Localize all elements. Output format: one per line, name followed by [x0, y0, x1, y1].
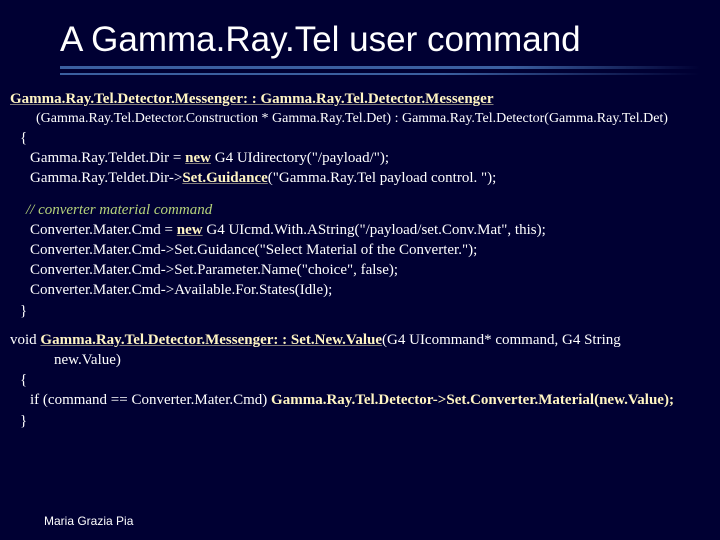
conv-line-4: Converter.Mater.Cmd->Available.For.State…	[10, 281, 710, 300]
line-dir-guidance: Gamma.Ray.Teldet.Dir->Set.Guidance("Gamm…	[10, 169, 710, 188]
fn2-continuation: new.Value)	[10, 351, 710, 370]
dir2-pre: Gamma.Ray.Teldet.Dir->	[30, 170, 182, 186]
fn-setnewvalue-decl: void Gamma.Ray.Tel.Detector.Messenger: :…	[10, 331, 710, 350]
conv1-pre: Converter.Mater.Cmd =	[30, 222, 177, 238]
footer-author: Maria Grazia Pia	[44, 514, 133, 528]
comment-converter: // converter material command	[10, 201, 710, 220]
close-brace: }	[10, 302, 710, 321]
dir1-post: G4 UIdirectory("/payload/");	[211, 150, 389, 166]
title-area: A Gamma.Ray.Tel user command	[0, 0, 720, 75]
fn2-pre: void	[10, 332, 40, 348]
slide: A Gamma.Ray.Tel user command Gamma.Ray.T…	[0, 0, 720, 540]
line-dir-new: Gamma.Ray.Teldet.Dir = new G4 UIdirector…	[10, 149, 710, 168]
dir1-pre: Gamma.Ray.Teldet.Dir =	[30, 150, 185, 166]
fn2-bold: Gamma.Ray.Tel.Detector.Messenger: : Set.…	[40, 332, 382, 348]
dir2-bold: Set.Guidance	[182, 170, 267, 186]
conv-line-2: Converter.Mater.Cmd->Set.Guidance("Selec…	[10, 241, 710, 260]
spacer-2	[10, 322, 710, 330]
open-brace: {	[10, 129, 710, 148]
open-brace-2: {	[10, 371, 710, 390]
fn2-post: (G4 UIcommand* command, G4 String	[382, 332, 621, 348]
slide-title: A Gamma.Ray.Tel user command	[60, 20, 720, 60]
code-body: Gamma.Ray.Tel.Detector.Messenger: : Gamm…	[0, 75, 720, 431]
ctor-params: (Gamma.Ray.Tel.Detector.Construction * G…	[10, 110, 710, 128]
fn2-body: if (command == Converter.Mater.Cmd) Gamm…	[10, 391, 710, 410]
conv1-post: G4 UIcmd.With.AString("/payload/set.Conv…	[203, 222, 546, 238]
conv-line-3: Converter.Mater.Cmd->Set.Parameter.Name(…	[10, 261, 710, 280]
close-brace-2: }	[10, 412, 710, 431]
conv-line-1: Converter.Mater.Cmd = new G4 UIcmd.With.…	[10, 221, 710, 240]
ctor-decl-text: Gamma.Ray.Tel.Detector.Messenger: : Gamm…	[10, 91, 494, 107]
ctor-decl: Gamma.Ray.Tel.Detector.Messenger: : Gamm…	[10, 90, 710, 109]
divider-top	[60, 66, 700, 69]
conv1-bold: new	[177, 222, 203, 238]
dir2-post: ("Gamma.Ray.Tel payload control. ");	[268, 170, 497, 186]
fn2-body-bold: Gamma.Ray.Tel.Detector->Set.Converter.Ma…	[271, 392, 674, 408]
spacer	[10, 190, 710, 200]
fn2-body-pre: if (command == Converter.Mater.Cmd)	[30, 392, 271, 408]
dir1-bold: new	[185, 150, 211, 166]
